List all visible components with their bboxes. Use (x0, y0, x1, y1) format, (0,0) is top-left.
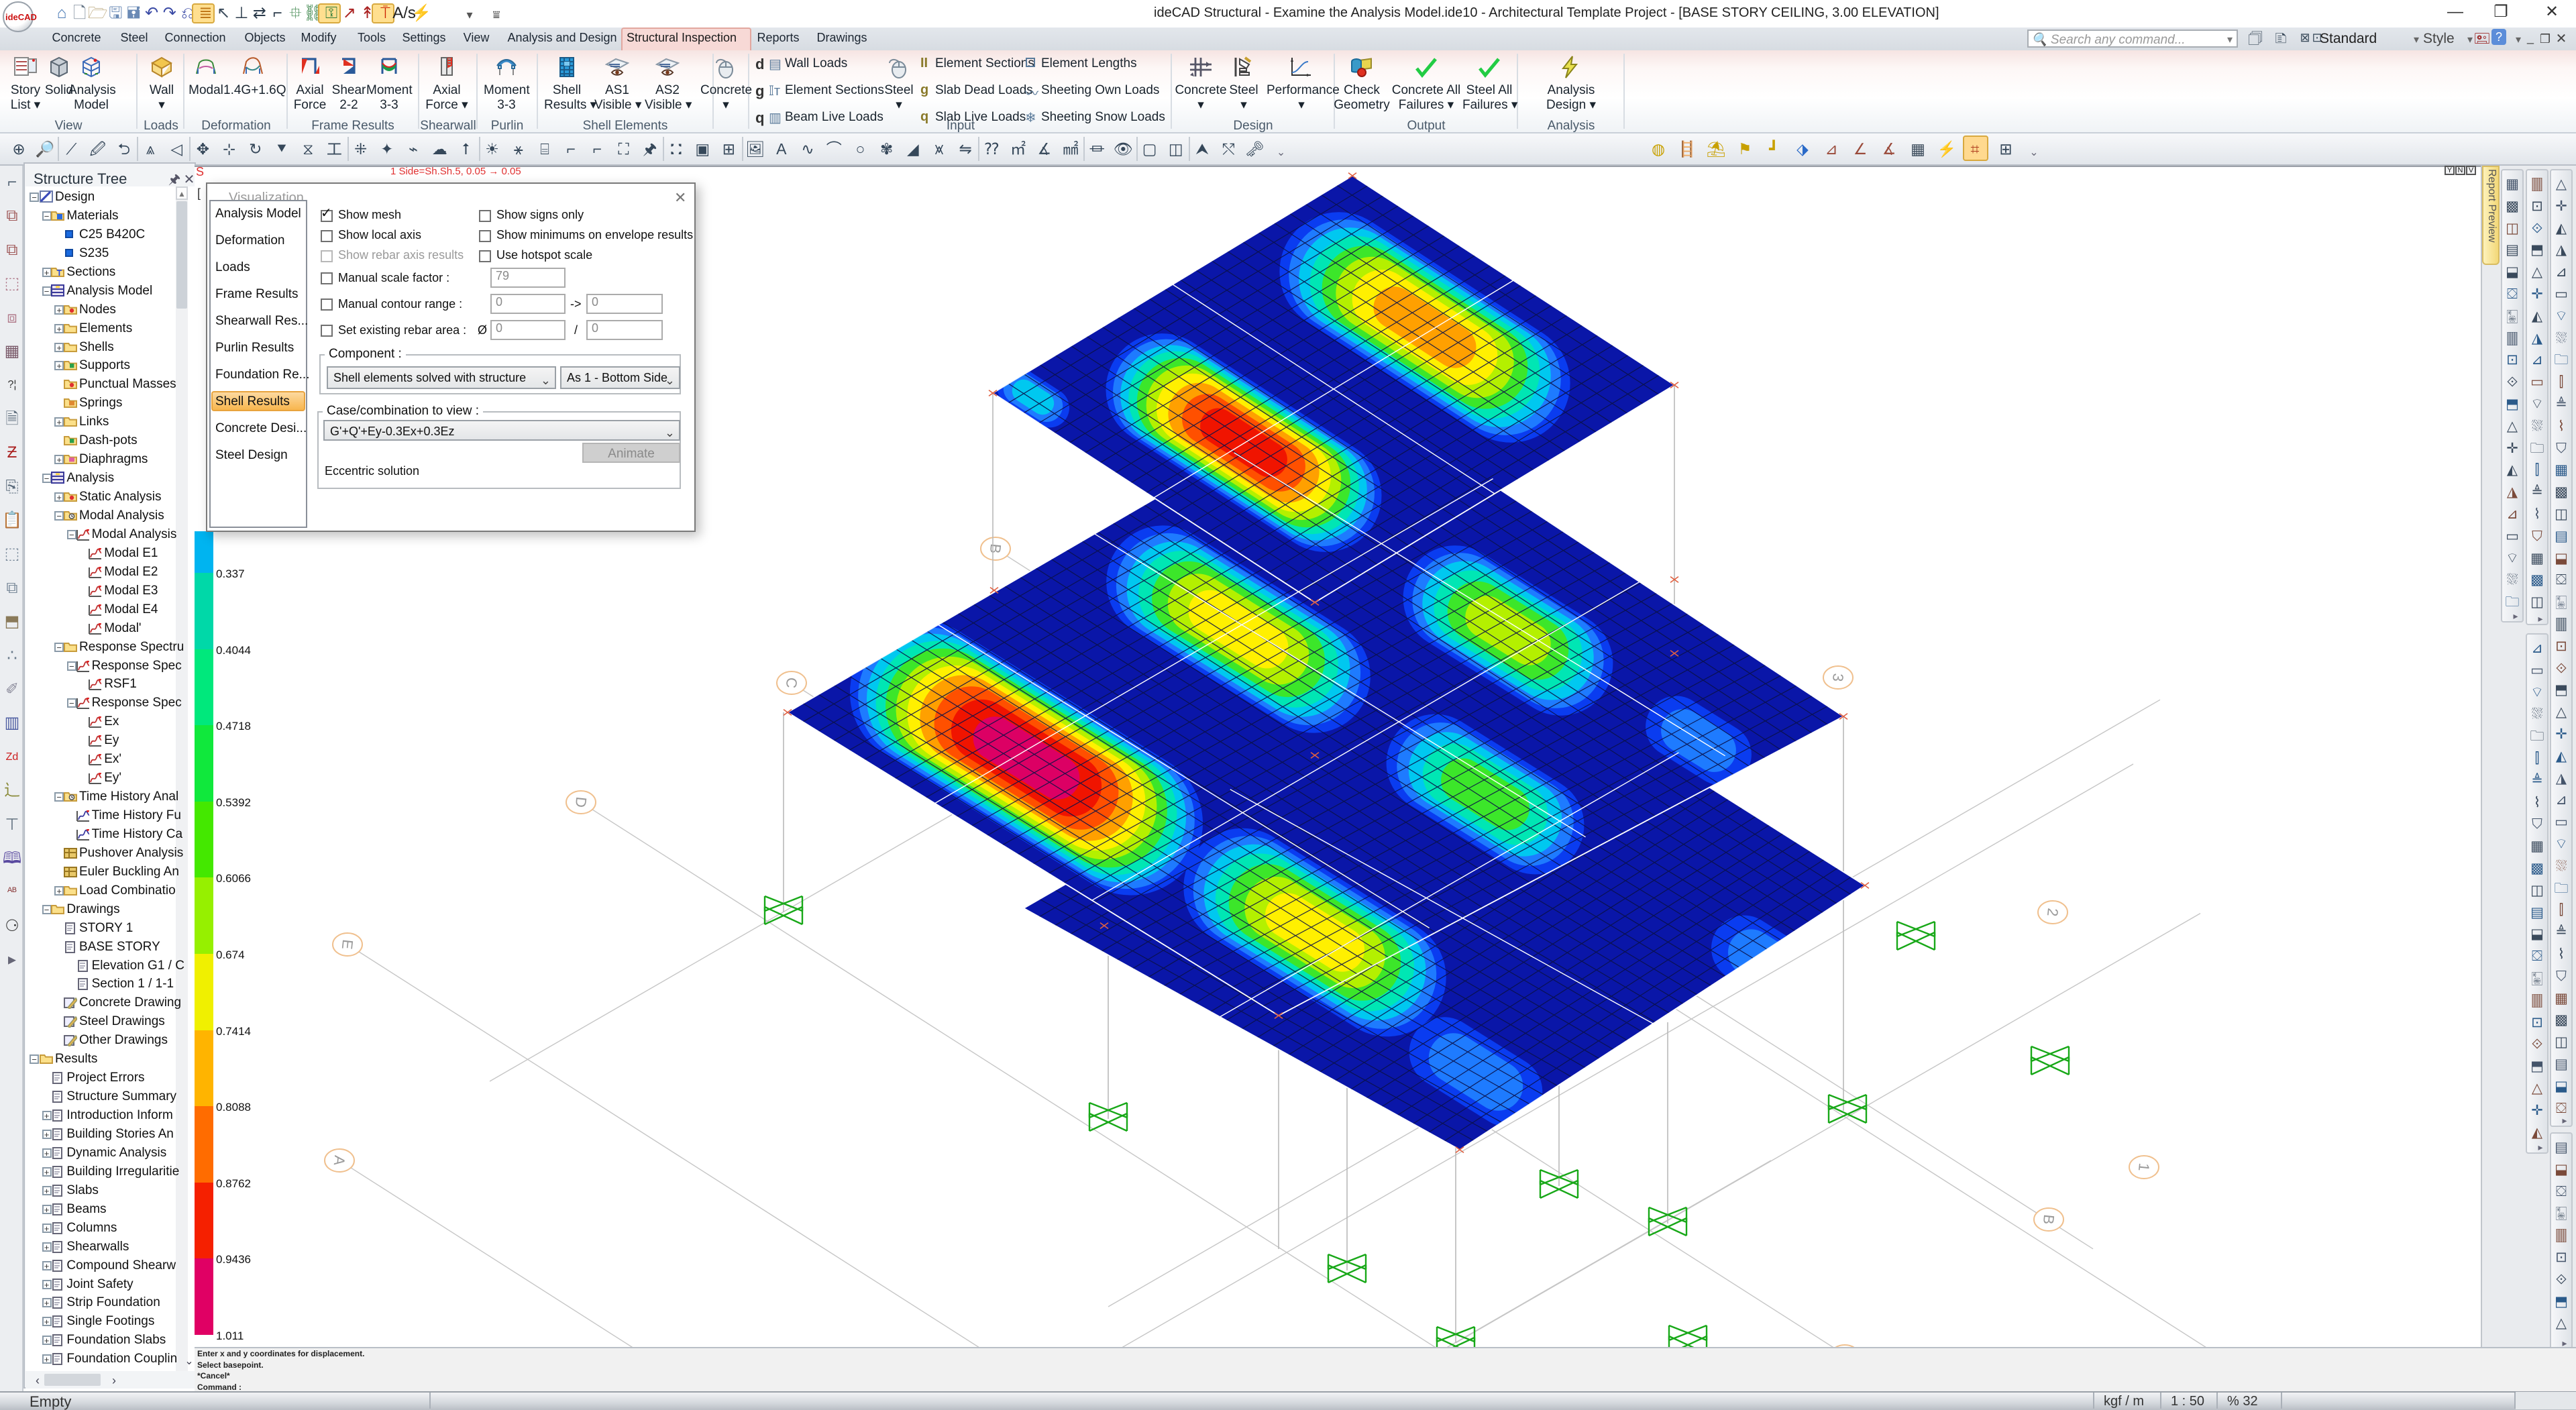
svg-text:B: B (987, 543, 1004, 554)
svg-text:D: D (572, 796, 590, 808)
svg-text:2: 2 (2044, 908, 2061, 918)
svg-text:A: A (331, 1154, 348, 1167)
svg-text:1: 1 (2135, 1162, 2153, 1173)
svg-text:C: C (783, 677, 801, 690)
svg-text:E: E (339, 938, 356, 950)
svg-text:B: B (2040, 1213, 2057, 1225)
svg-text:3: 3 (1829, 673, 1847, 683)
